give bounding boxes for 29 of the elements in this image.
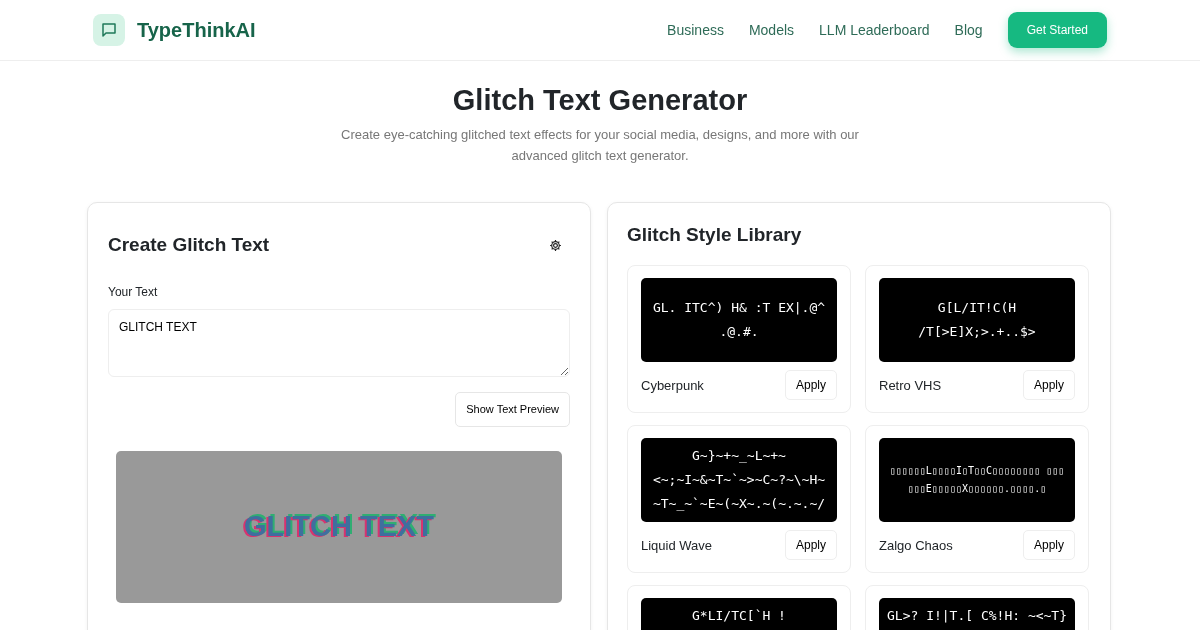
chat-logo-icon[interactable] bbox=[93, 14, 125, 46]
preview-text: GL>? I!|T.[ C%!H: ~<~T} bbox=[887, 607, 1067, 626]
show-preview-button[interactable]: Show Text Preview bbox=[455, 392, 570, 427]
style-name: Liquid Wave bbox=[641, 536, 713, 555]
style-name: Cyberpunk bbox=[641, 376, 704, 395]
preview-text: ▯▯▯▯▯▯L▯▯▯▯I▯T▯▯C▯▯▯▯▯▯▯▯ ▯▯▯▯▯▯E▯▯▯▯▯X▯▯▯▯▯▯.▯▯▯▯.▯ bbox=[888, 464, 1066, 497]
field-label: Your Text bbox=[108, 284, 159, 302]
preview-text: GL. ITC^) H& :T EX|.@^ .@.#. bbox=[651, 299, 827, 342]
glitch-preview-text: GLITCH TEXT bbox=[243, 509, 435, 545]
apply-button[interactable]: Apply bbox=[784, 370, 837, 401]
brand-name[interactable]: TypeThinkAI bbox=[137, 15, 256, 45]
settings-icon[interactable] bbox=[549, 238, 562, 252]
nav-link[interactable]: Business bbox=[667, 19, 724, 41]
text-input-field[interactable]: GLITCH TEXT bbox=[108, 309, 570, 378]
apply-button[interactable]: Apply bbox=[784, 530, 837, 561]
preview-text: G*LI/TC[`H ! bbox=[692, 607, 786, 626]
nav-link[interactable]: LLM Leaderboard bbox=[819, 19, 930, 41]
page-subtitle: Create eye-catching glitched text effects for your social media, designs, and more with our advanced glitch text generator. bbox=[340, 125, 860, 165]
page-title: Glitch Text Generator bbox=[451, 83, 749, 118]
preview-text: G~}~+~_~L~+~ <~;~I~&~T~`~>~C~?~\~H~ ~T~_~`~E~(~X~.~(~.~.~/ bbox=[651, 447, 827, 514]
panel-title: Create Glitch Text bbox=[108, 232, 270, 257]
apply-button[interactable]: Apply bbox=[1022, 530, 1075, 561]
nav-link[interactable]: Blog bbox=[954, 19, 983, 41]
panel-title: Glitch Style Library bbox=[627, 222, 803, 247]
nav-link[interactable]: Models bbox=[748, 19, 795, 41]
style-name: Zalgo Chaos bbox=[879, 536, 953, 555]
preview-text: G[L/IT!C(H /T[>E]X;>.+..$> bbox=[917, 299, 1037, 342]
style-name: Retro VHS bbox=[879, 376, 942, 395]
apply-button[interactable]: Apply bbox=[1022, 370, 1075, 401]
